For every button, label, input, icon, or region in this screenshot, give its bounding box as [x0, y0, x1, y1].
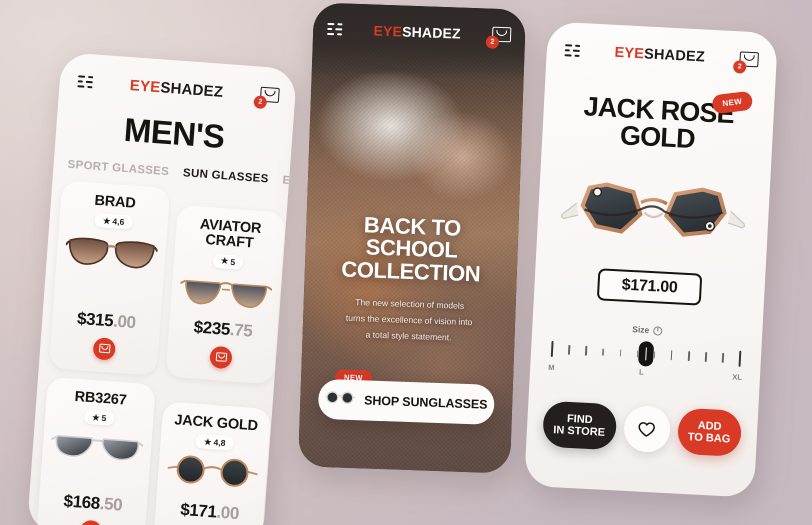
product-rating: ★ 5 — [212, 253, 244, 270]
phone-product: EYESHADEZ 2 NEW JACK ROSE GOLD $171.00 S… — [523, 21, 784, 510]
product-name: RB3267 — [74, 388, 128, 409]
bag-icon — [98, 343, 111, 354]
product-topbar: EYESHADEZ 2 — [545, 21, 778, 89]
product-price: $171.00 — [180, 500, 240, 524]
star-icon: ★ — [203, 436, 213, 447]
size-selected-label: L — [638, 367, 644, 377]
find-in-store-button[interactable]: FIND IN STORE — [542, 400, 617, 451]
brand-logo-shadez: SHADEZ — [159, 78, 224, 101]
product-hero-image — [536, 167, 770, 259]
tab-sun-glasses[interactable]: SUN GLASSES — [183, 167, 269, 185]
product-card[interactable]: RB3267 ★ 5 $168.50 — [35, 376, 156, 525]
menu-grid-icon[interactable] — [327, 22, 343, 36]
hero-screen: EYESHADEZ 2 BACK TO SCHOOL COLLECTION Th… — [297, 2, 527, 474]
rating-value: 5 — [230, 256, 236, 267]
brand-logo-eye: EYE — [614, 44, 645, 63]
product-actions: FIND IN STORE ADD TO BAG — [542, 400, 743, 457]
price-cents: .75 — [229, 319, 254, 341]
bag-icon — [215, 352, 227, 363]
product-name: JACK GOLD — [173, 411, 259, 435]
add-to-bag-button[interactable] — [79, 519, 103, 525]
product-name: AVIATOR CRAFT — [199, 216, 262, 252]
price-cents: .00 — [215, 502, 240, 523]
rating-value: 4,6 — [112, 216, 125, 228]
product-rating: ★ 4,8 — [195, 433, 234, 451]
product-rating: ★ 4,6 — [94, 213, 133, 230]
brand-logo-shadez: SHADEZ — [401, 23, 462, 42]
size-slider-knob[interactable] — [637, 340, 655, 367]
brand-logo: EYESHADEZ — [614, 45, 705, 66]
product-card[interactable]: JACK GOLD ★ 4,8 $171.00 — [152, 401, 272, 525]
cart-button[interactable]: 2 — [253, 86, 280, 110]
cart-badge: 2 — [732, 60, 747, 74]
cart-badge: 2 — [253, 95, 268, 110]
phone-listing: EYESHADEZ 2 MEN'S SPORT GLASSES SUN GLAS… — [26, 52, 303, 525]
menu-grid-icon[interactable] — [564, 44, 581, 58]
price-cents: .00 — [112, 311, 137, 332]
size-label-row: Size i — [532, 319, 762, 341]
listing-screen: EYESHADEZ 2 MEN'S SPORT GLASSES SUN GLAS… — [26, 52, 298, 525]
add-to-bag-button[interactable]: ADD TO BAG — [676, 407, 743, 457]
product-price: $235.75 — [193, 317, 253, 341]
heart-icon — [638, 421, 656, 437]
mini-glasses-icon — [325, 390, 356, 409]
product-price: $315.00 — [76, 309, 136, 333]
menu-grid-icon[interactable] — [77, 75, 94, 89]
product-image — [165, 453, 259, 495]
product-image — [50, 428, 144, 470]
size-label: Size — [632, 324, 650, 336]
product-title-container: NEW JACK ROSE GOLD — [542, 90, 775, 157]
brand-logo: EYESHADEZ — [129, 77, 223, 101]
brand-logo-eye: EYE — [373, 22, 403, 40]
brand-logo: EYESHADEZ — [373, 23, 461, 42]
brand-logo-shadez: SHADEZ — [643, 46, 706, 66]
add-to-bag-button[interactable] — [209, 345, 233, 369]
rating-value: 4,8 — [213, 437, 226, 449]
favorite-button[interactable] — [622, 404, 671, 454]
price-cents: .50 — [99, 493, 123, 515]
add-to-bag-line1: ADD — [697, 419, 722, 433]
hero-copy: BACK TO SCHOOL COLLECTION The new select… — [302, 212, 518, 348]
rating-value: 5 — [101, 412, 107, 424]
price-main: $171 — [179, 499, 218, 522]
product-rating: ★ 5 — [83, 409, 115, 426]
add-to-bag-line2: TO BAG — [687, 431, 731, 446]
product-image — [64, 232, 159, 278]
cart-button[interactable]: 2 — [732, 51, 759, 74]
price-main: $315 — [76, 308, 114, 331]
product-price: $171.00 — [596, 268, 703, 306]
hero-title-line2: COLLECTION — [340, 256, 481, 287]
shop-cta-container: NEW SHOP SUNGLASSES — [317, 369, 495, 425]
brand-logo-eye: EYE — [129, 76, 162, 96]
product-name: BRAD — [93, 192, 137, 212]
hero-body-text: The new selection of models turns the ex… — [345, 297, 473, 343]
product-screen: EYESHADEZ 2 NEW JACK ROSE GOLD $171.00 S… — [523, 21, 779, 498]
product-grid: BRAD ★ 4,6 $315.00 AVIATOR CRAFT ★ 5 $23… — [27, 180, 288, 525]
price-tag-container: $171.00 — [534, 265, 765, 309]
price-main: $168 — [63, 491, 101, 513]
cart-button[interactable]: 2 — [485, 26, 512, 49]
find-in-store-line2: IN STORE — [553, 424, 606, 439]
star-icon: ★ — [220, 255, 229, 266]
price-main: $235 — [193, 317, 231, 339]
product-image — [178, 272, 273, 318]
size-min-label: M — [547, 362, 555, 373]
tab-sport-glasses[interactable]: SPORT GLASSES — [67, 159, 169, 178]
info-icon[interactable]: i — [653, 325, 663, 336]
star-icon: ★ — [91, 411, 101, 423]
find-in-store-line1: FIND — [566, 412, 593, 426]
shop-sunglasses-button[interactable]: SHOP SUNGLASSES — [317, 378, 495, 425]
add-to-bag-button[interactable] — [92, 336, 117, 361]
hero-topbar: EYESHADEZ 2 — [312, 2, 526, 61]
star-icon: ★ — [102, 215, 111, 226]
product-price: $168.50 — [63, 491, 123, 515]
size-max-label: XL — [732, 372, 743, 382]
product-card[interactable]: AVIATOR CRAFT ★ 5 $235.75 — [165, 204, 286, 385]
product-card[interactable]: BRAD ★ 4,6 $315.00 — [48, 180, 171, 376]
shop-cta-label: SHOP SUNGLASSES — [363, 393, 488, 412]
phone-hero: EYESHADEZ 2 BACK TO SCHOOL COLLECTION Th… — [297, 2, 534, 488]
cart-badge: 2 — [485, 35, 500, 49]
